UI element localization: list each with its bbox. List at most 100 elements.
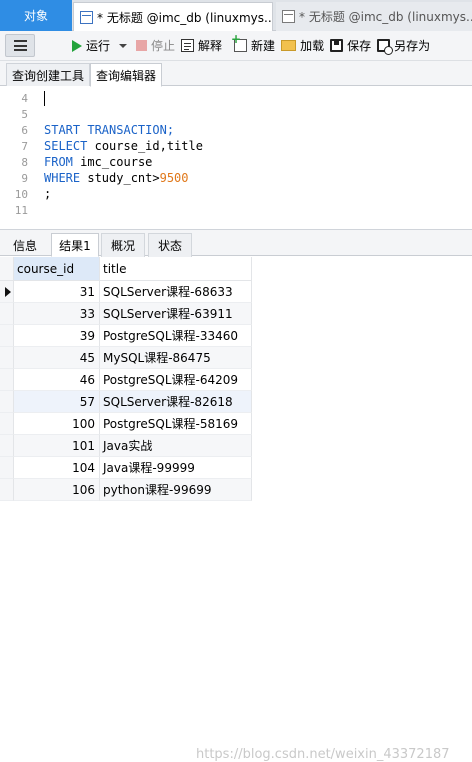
- table-row[interactable]: 104 Java课程-99999: [0, 457, 252, 479]
- query-icon: [282, 10, 295, 23]
- cell-course-id[interactable]: 46: [14, 369, 100, 391]
- row-indicator[interactable]: [0, 391, 14, 413]
- tab-objects-label: 对象: [23, 9, 48, 23]
- row-indicator[interactable]: [0, 457, 14, 479]
- editor-line: 10 ;: [0, 186, 472, 202]
- row-indicator-header: [0, 257, 14, 281]
- cell-course-id[interactable]: 31: [14, 281, 100, 303]
- hamburger-icon: [13, 40, 27, 51]
- cell-title[interactable]: PostgreSQL课程-58169: [100, 413, 252, 435]
- tab-query-builder[interactable]: 查询创建工具: [6, 63, 91, 86]
- row-indicator[interactable]: [0, 435, 14, 457]
- table-row[interactable]: 100 PostgreSQL课程-58169: [0, 413, 252, 435]
- column-header-label: title: [103, 261, 127, 276]
- explain-button[interactable]: 解释: [178, 33, 225, 59]
- save-button[interactable]: 保存: [327, 33, 374, 59]
- load-button[interactable]: 加载: [278, 33, 327, 59]
- row-indicator[interactable]: [0, 325, 14, 347]
- cell-course-id[interactable]: 100: [14, 413, 100, 435]
- table-row[interactable]: 106 python课程-99699: [0, 479, 252, 501]
- code-text: SELECT course_id,title: [44, 139, 203, 153]
- code-text: FROM imc_course: [44, 155, 153, 169]
- explain-icon: [181, 39, 195, 52]
- tab-profile[interactable]: 概况: [101, 233, 145, 257]
- grid-header: course_id title: [0, 257, 252, 281]
- cell-title[interactable]: SQLServer课程-82618: [100, 391, 252, 413]
- table-row[interactable]: 57 SQLServer课程-82618: [0, 391, 252, 413]
- result-grid: course_id title 31 SQLServer课程-68633 33 SQL…: [0, 257, 472, 762]
- row-indicator[interactable]: [0, 479, 14, 501]
- table-row[interactable]: 45 MySQL课程-86475: [0, 347, 252, 369]
- line-number: 11: [14, 203, 28, 217]
- table-row[interactable]: 46 PostgreSQL课程-64209: [0, 369, 252, 391]
- cell-course-id[interactable]: 57: [14, 391, 100, 413]
- editor-mode-tabs: 查询创建工具 查询编辑器: [0, 61, 472, 87]
- tab-query-editor[interactable]: 查询编辑器: [90, 63, 163, 87]
- stop-icon: [136, 40, 148, 51]
- stop-button[interactable]: 停止: [133, 33, 178, 59]
- line-number: 10: [14, 187, 28, 201]
- explain-label: 解释: [198, 39, 223, 53]
- run-label: 运行: [86, 39, 111, 53]
- cell-title[interactable]: MySQL课程-86475: [100, 347, 252, 369]
- current-row-indicator-icon[interactable]: [0, 281, 14, 303]
- table-row[interactable]: 101 Java实战: [0, 435, 252, 457]
- cell-course-id[interactable]: 104: [14, 457, 100, 479]
- save-as-icon: [377, 39, 394, 55]
- save-as-button[interactable]: 另存为: [374, 33, 433, 59]
- row-indicator[interactable]: [0, 347, 14, 369]
- column-header-course-id[interactable]: course_id: [14, 257, 100, 281]
- stop-label: 停止: [151, 39, 176, 53]
- editor-line: 6 START TRANSACTION;: [0, 122, 472, 138]
- editor-line: 7 SELECT course_id,title: [0, 138, 472, 154]
- tab-query-inactive-label: * 无标题 @imc_db (linuxmys...: [299, 10, 472, 24]
- code-text: START TRANSACTION;: [44, 123, 175, 137]
- new-label: 新建: [251, 39, 276, 53]
- cell-course-id[interactable]: 45: [14, 347, 100, 369]
- cell-title[interactable]: Java课程-99999: [100, 457, 252, 479]
- menu-button[interactable]: [5, 34, 35, 57]
- run-button[interactable]: 运行: [69, 33, 113, 59]
- cell-course-id[interactable]: 106: [14, 479, 100, 501]
- cell-course-id[interactable]: 39: [14, 325, 100, 347]
- new-query-icon: [231, 32, 248, 52]
- editor-line: 11: [0, 202, 472, 218]
- editor-line: 9 WHERE study_cnt>9500: [0, 170, 472, 186]
- editor-line: 5: [0, 106, 472, 122]
- cell-course-id[interactable]: 33: [14, 303, 100, 325]
- document-tab-strip: 对象 * 无标题 @imc_db (linuxmys... * 无标题 @imc…: [0, 0, 472, 31]
- cell-course-id[interactable]: 101: [14, 435, 100, 457]
- tab-query-active[interactable]: * 无标题 @imc_db (linuxmys...: [73, 2, 273, 31]
- sql-editor[interactable]: 4 5 6 START TRANSACTION; 7 SELECT course…: [0, 87, 472, 227]
- column-header-title[interactable]: title: [100, 257, 252, 281]
- query-toolbar: 运行 停止 解释 新建 加载 保存 另存为: [0, 31, 472, 61]
- new-button[interactable]: 新建: [231, 32, 278, 59]
- row-indicator[interactable]: [0, 369, 14, 391]
- run-dropdown-chevron-icon[interactable]: [119, 43, 128, 48]
- cell-title[interactable]: python课程-99699: [100, 479, 252, 501]
- code-text: ;: [44, 187, 52, 201]
- table-row[interactable]: 39 PostgreSQL课程-33460: [0, 325, 252, 347]
- cell-title[interactable]: PostgreSQL课程-64209: [100, 369, 252, 391]
- line-number: 8: [21, 155, 28, 169]
- tab-result1-label: 结果1: [59, 238, 91, 253]
- editor-line: 8 FROM imc_course: [0, 154, 472, 170]
- tab-objects[interactable]: 对象: [0, 0, 72, 31]
- query-icon: [80, 10, 93, 24]
- tab-info-label: 信息: [12, 238, 37, 253]
- watermark: https://blog.csdn.net/weixin_43372187: [196, 747, 450, 762]
- cell-title[interactable]: PostgreSQL课程-33460: [100, 325, 252, 347]
- tab-info[interactable]: 信息: [4, 233, 46, 257]
- line-number: 7: [21, 139, 28, 153]
- cell-title[interactable]: SQLServer课程-63911: [100, 303, 252, 325]
- row-indicator[interactable]: [0, 413, 14, 435]
- cell-title[interactable]: SQLServer课程-68633: [100, 281, 252, 303]
- tab-result1[interactable]: 结果1: [51, 233, 99, 257]
- tab-query-inactive[interactable]: * 无标题 @imc_db (linuxmys...: [276, 2, 472, 31]
- cell-title[interactable]: Java实战: [100, 435, 252, 457]
- tab-status[interactable]: 状态: [148, 233, 192, 257]
- table-row[interactable]: 33 SQLServer课程-63911: [0, 303, 252, 325]
- result-tabs: 信息 结果1 概况 状态: [0, 229, 472, 257]
- table-row[interactable]: 31 SQLServer课程-68633: [0, 281, 252, 303]
- row-indicator[interactable]: [0, 303, 14, 325]
